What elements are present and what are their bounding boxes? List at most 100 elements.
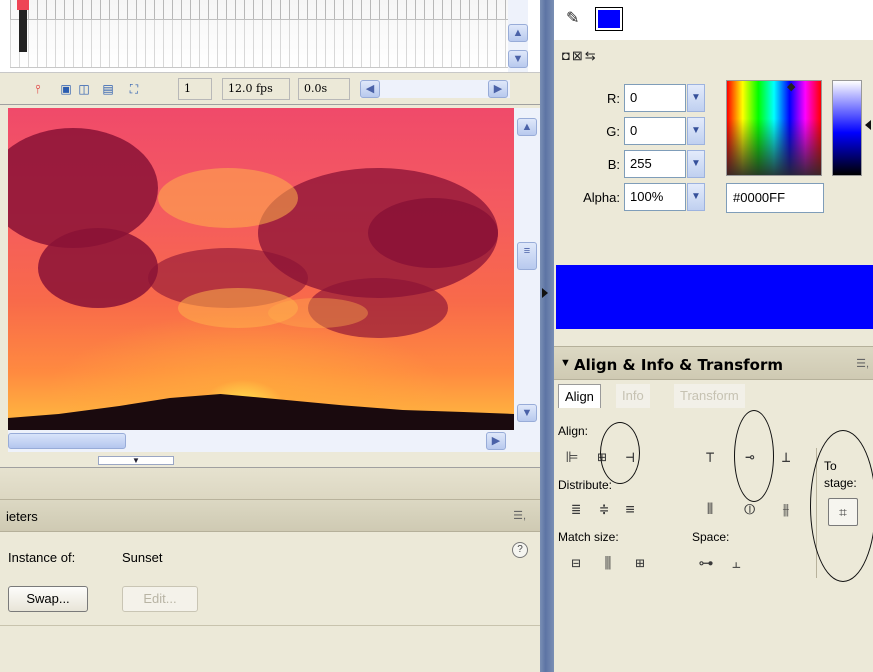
distribute-right-icon[interactable]: ⫵ (774, 498, 798, 520)
tab-transform[interactable]: Transform (674, 384, 745, 408)
instance-name: Sunset (122, 550, 163, 565)
edit-multiple-frames-icon[interactable]: ⛶ (126, 81, 142, 97)
space-horizontal-icon[interactable]: ⫠ (724, 552, 748, 574)
distribute-left-icon[interactable]: ⫴ (698, 498, 722, 520)
playhead-marker[interactable] (17, 0, 29, 52)
alpha-label: Alpha: (583, 190, 620, 205)
panel-title: Align & Info & Transform (574, 356, 784, 374)
properties-panel: ieters ☰, ? Instance of: Sunset Swap... … (0, 500, 540, 672)
left-pane: ▲ ▼ ⫯ ▣ ◫ ▤ ⛶ 1 12.0 fps 0.0s ◀ ▶ ▲ ≡ ▼ … (0, 0, 540, 672)
scroll-thumb[interactable] (8, 433, 126, 449)
playhead-locate-icon[interactable]: ⫯ (30, 81, 46, 97)
no-color-icon[interactable]: ⊠ (572, 48, 585, 63)
collapse-triangle-icon[interactable]: ▼ (560, 357, 571, 369)
panel-options-icon[interactable]: ☰, (513, 509, 526, 522)
swap-button[interactable]: Swap... (8, 586, 88, 612)
match-height-icon[interactable]: ⫼ (596, 552, 620, 574)
fill-color-swatch[interactable] (595, 7, 623, 31)
stroke-color-icon[interactable]: ✎ (566, 8, 579, 28)
match-width-icon[interactable]: ⊟ (564, 552, 588, 574)
g-label: G: (606, 124, 620, 139)
panel-splitter[interactable]: ▼ (0, 452, 540, 468)
timeline-toolbar: ⫯ ▣ ◫ ▤ ⛶ 1 12.0 fps 0.0s ◀ ▶ (0, 72, 540, 104)
edit-button[interactable]: Edit... (122, 586, 198, 612)
properties-title: ieters (6, 509, 38, 524)
tab-info[interactable]: Info (616, 384, 650, 408)
instance-of-label: Instance of: (8, 550, 76, 565)
tab-align[interactable]: Align (558, 384, 601, 408)
color-spectrum[interactable] (726, 80, 822, 176)
b-label: B: (607, 157, 620, 172)
scroll-right-icon[interactable]: ▶ (486, 432, 506, 450)
color-preview-swatch (556, 265, 873, 329)
black-white-icon[interactable]: ◘ (562, 48, 572, 63)
align-info-transform-header[interactable]: ▼ Align & Info & Transform ☰, (554, 346, 873, 380)
panel-options-icon[interactable]: ☰, (856, 357, 869, 370)
swap-colors-icon[interactable]: ⇆ (585, 48, 598, 63)
stage-canvas[interactable] (8, 108, 514, 430)
timeline-ruler[interactable] (10, 0, 512, 20)
collapsed-panel-bar[interactable] (0, 468, 540, 500)
annotation-circle (734, 410, 774, 502)
scroll-right-icon[interactable]: ▶ (488, 80, 508, 98)
stage-horizontal-scrollbar[interactable]: ▶ (8, 430, 540, 452)
right-pane: ✎ ◘⊠⇆ R: 0 ▼ G: 0 ▼ B: 255 ▼ Alpha: 100%… (554, 0, 873, 672)
cloud-shape (368, 198, 498, 268)
distribute-vertical-center-icon[interactable]: ≑ (592, 498, 616, 520)
align-bottom-edge-icon[interactable]: ⊥ (774, 446, 798, 468)
scroll-thumb[interactable]: ≡ (517, 242, 537, 270)
expand-arrow-icon[interactable] (542, 288, 548, 298)
distribute-section-label: Distribute: (558, 478, 613, 492)
cloud-shape (38, 228, 158, 308)
brightness-arrow-icon[interactable] (865, 120, 871, 130)
elapsed-time-field: 0.0s (298, 78, 350, 100)
color-mixer-top: ✎ (554, 0, 873, 40)
timeline-vertical-scrollbar[interactable]: ▲ ▼ (508, 0, 528, 72)
scroll-down-icon[interactable]: ▼ (517, 404, 537, 422)
r-label: R: (607, 91, 620, 106)
onion-skin-icon[interactable]: ◫ (76, 81, 92, 97)
blue-dropdown-icon[interactable]: ▼ (687, 150, 705, 178)
hex-color-input[interactable]: #0000FF (726, 183, 824, 213)
frame-rate-field[interactable]: 12.0 fps (222, 78, 290, 100)
tab-strip: Align Info Transform (554, 380, 873, 408)
timeline-horizontal-scrollbar[interactable]: ◀ ▶ (360, 80, 510, 98)
align-left-edge-icon[interactable]: ⊫ (560, 446, 584, 468)
help-icon[interactable]: ? (512, 542, 528, 558)
alpha-dropdown-icon[interactable]: ▼ (687, 183, 705, 211)
align-section-label: Align: (558, 424, 589, 438)
annotation-circle (810, 430, 873, 582)
center-frame-icon[interactable]: ▣ (58, 81, 74, 97)
panel-divider[interactable] (540, 0, 554, 672)
space-vertical-icon[interactable]: ⊶ (694, 552, 718, 574)
mountain-silhouette (8, 394, 514, 430)
properties-header[interactable]: ieters ☰, (0, 500, 540, 532)
align-top-edge-icon[interactable]: ⊤ (698, 446, 722, 468)
cloud-highlight (158, 168, 298, 228)
onion-outline-icon[interactable]: ▤ (100, 81, 116, 97)
stage-vertical-scrollbar[interactable]: ▲ ≡ ▼ (514, 108, 540, 430)
scroll-left-icon[interactable]: ◀ (360, 80, 380, 98)
blue-input[interactable]: 255 (624, 150, 686, 178)
flash-workspace: ▲ ▼ ⫯ ▣ ◫ ▤ ⛶ 1 12.0 fps 0.0s ◀ ▶ ▲ ≡ ▼ … (0, 0, 873, 672)
red-input[interactable]: 0 (624, 84, 686, 112)
green-dropdown-icon[interactable]: ▼ (687, 117, 705, 145)
green-input[interactable]: 0 (624, 117, 686, 145)
collapse-arrow-icon[interactable]: ▼ (98, 456, 174, 465)
cloud-highlight (268, 298, 368, 328)
distribute-top-icon[interactable]: ≣ (564, 498, 588, 520)
red-dropdown-icon[interactable]: ▼ (687, 84, 705, 112)
divider (0, 625, 540, 626)
annotation-circle (600, 422, 640, 484)
brightness-slider[interactable] (832, 80, 862, 176)
distribute-bottom-icon[interactable]: ≡ (618, 498, 642, 520)
align-tab-content: Align: ⊫ ⊞ ⊣ ⊤ ⊸ ⊥ Distribute: ≣ ≑ ≡ ⫴ ⦶… (554, 408, 873, 672)
scroll-up-icon[interactable]: ▲ (517, 118, 537, 136)
panel-gap (554, 329, 873, 346)
current-frame-field: 1 (178, 78, 212, 100)
scroll-down-icon[interactable]: ▼ (508, 50, 528, 68)
match-width-height-icon[interactable]: ⊞ (628, 552, 652, 574)
alpha-input[interactable]: 100% (624, 183, 686, 211)
scroll-up-icon[interactable]: ▲ (508, 24, 528, 42)
color-tool-icons[interactable]: ◘⊠⇆ (562, 48, 598, 64)
